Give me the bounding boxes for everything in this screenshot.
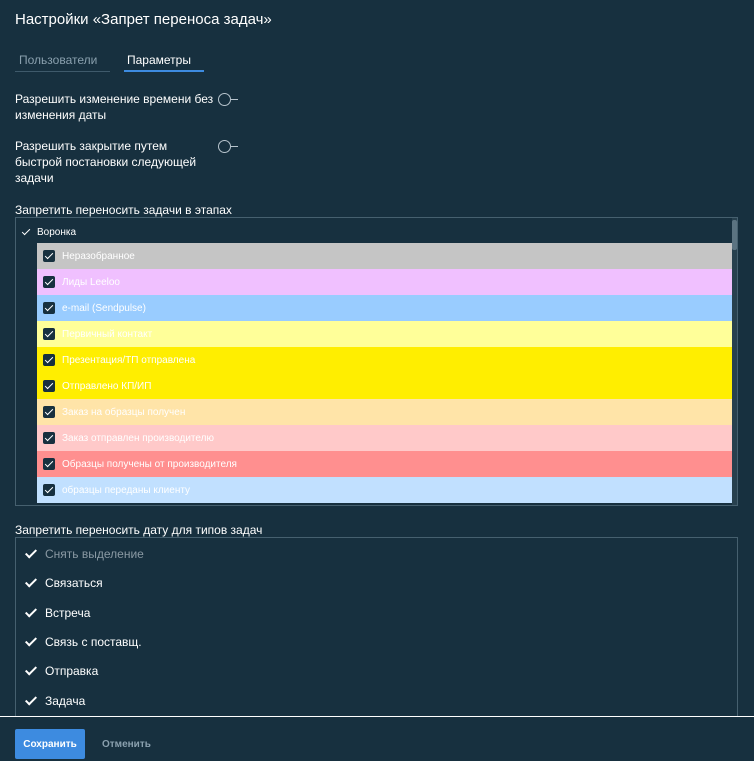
toggle-track xyxy=(231,146,238,148)
option-time-change-label: Разрешить изменение времени без изменени… xyxy=(15,92,214,122)
cancel-button[interactable]: Отменить xyxy=(96,729,156,759)
stage-label: Неразобранное xyxy=(62,250,135,262)
task-type-label: Встреча xyxy=(45,605,91,620)
stage-checkbox[interactable] xyxy=(43,250,55,262)
tab-bar: Пользователи Параметры xyxy=(15,53,204,73)
stage-row[interactable]: Образцы получены от производителя xyxy=(37,451,733,477)
check-icon xyxy=(25,694,37,708)
stage-row[interactable]: Первичный контакт xyxy=(37,321,733,347)
pipeline-stage-list[interactable]: Воронка Неразобранное Лиды Leeloo e-mail (… xyxy=(15,217,738,506)
stage-checkbox[interactable] xyxy=(43,276,55,288)
task-type-label: Связь с поставщ. xyxy=(45,634,142,649)
task-types-list: Снять выделение Связаться Встреча Связь с п… xyxy=(15,537,738,717)
task-type-item[interactable]: Отправка xyxy=(25,662,98,680)
task-types-section-label: Запретить переносить дату для типов зада… xyxy=(15,523,263,537)
task-type-label: Связаться xyxy=(45,576,103,591)
stage-checkbox[interactable] xyxy=(43,458,55,470)
stage-label: e-mail (Sendpulse) xyxy=(62,302,146,314)
task-type-item[interactable]: Связь с поставщ. xyxy=(25,633,142,651)
stage-row[interactable]: Отправлено КП/ИП xyxy=(37,373,733,399)
check-icon xyxy=(25,576,37,590)
stage-label: Презентация/ТП отправлена xyxy=(62,354,196,366)
pipeline-header[interactable]: Воронка xyxy=(22,224,76,240)
toggle-knob xyxy=(218,140,231,153)
stage-row[interactable]: Презентация/ТП отправлена xyxy=(37,347,733,373)
pipeline-scrollbar[interactable] xyxy=(732,218,737,505)
option-time-change-toggle[interactable] xyxy=(218,93,238,107)
save-button[interactable]: Сохранить xyxy=(15,729,85,759)
stage-row[interactable]: Неразобранное xyxy=(37,243,733,269)
scrollbar-thumb[interactable] xyxy=(732,220,737,250)
stage-row[interactable]: Заказ на образцы получен xyxy=(37,399,733,425)
task-type-label: Снять выделение xyxy=(45,547,144,561)
stage-rows: Неразобранное Лиды Leeloo e-mail (Sendpuls… xyxy=(37,243,733,503)
deselect-all-option[interactable]: Снять выделение xyxy=(25,545,144,563)
pipeline-name: Воронка xyxy=(37,226,77,238)
stage-label: Лиды Leeloo xyxy=(62,276,120,288)
toggle-knob xyxy=(218,93,231,106)
pipeline-section-label: Запретить переносить задачи в этапах xyxy=(15,203,232,217)
page-title: Настройки «Запрет переноса задач» xyxy=(15,11,272,28)
stage-row[interactable]: Лиды Leeloo xyxy=(37,269,733,295)
option-quick-close-label: Разрешить закрытие путем быстрой постано… xyxy=(15,139,197,185)
stage-checkbox[interactable] xyxy=(43,484,55,496)
stage-label: Образцы получены от производителя xyxy=(62,458,237,470)
stage-checkbox[interactable] xyxy=(43,432,55,444)
check-icon xyxy=(25,635,37,649)
stage-checkbox[interactable] xyxy=(43,302,55,314)
check-icon xyxy=(25,606,37,620)
check-icon xyxy=(25,664,37,678)
stage-checkbox[interactable] xyxy=(43,380,55,392)
task-type-label: Отправка xyxy=(45,664,99,679)
stage-label: образцы переданы клиенту xyxy=(62,484,191,496)
task-type-item[interactable]: Связаться xyxy=(25,574,103,592)
stage-row[interactable]: Заказ отправлен производителю xyxy=(37,425,733,451)
stage-checkbox[interactable] xyxy=(43,354,55,366)
tab-parameters[interactable]: Параметры xyxy=(124,53,204,72)
stage-label: Заказ на образцы получен xyxy=(62,406,186,418)
stage-row[interactable]: образцы переданы клиенту xyxy=(37,477,733,503)
stage-label: Заказ отправлен производителю xyxy=(62,432,214,444)
toggle-track xyxy=(231,99,238,101)
stage-row[interactable]: e-mail (Sendpulse) xyxy=(37,295,733,321)
task-type-item[interactable]: Встреча xyxy=(25,604,90,622)
stage-label: Первичный контакт xyxy=(62,328,153,340)
stage-label: Отправлено КП/ИП xyxy=(62,380,152,392)
task-type-label: Задача xyxy=(45,693,86,708)
tab-users[interactable]: Пользователи xyxy=(15,53,110,72)
stage-checkbox[interactable] xyxy=(43,406,55,418)
footer-bar: Сохранить Отменить xyxy=(0,716,754,761)
task-type-item[interactable]: Задача xyxy=(25,692,85,710)
check-icon xyxy=(25,547,37,561)
check-icon xyxy=(22,228,31,237)
stage-checkbox[interactable] xyxy=(43,328,55,340)
option-quick-close-toggle[interactable] xyxy=(218,140,238,154)
